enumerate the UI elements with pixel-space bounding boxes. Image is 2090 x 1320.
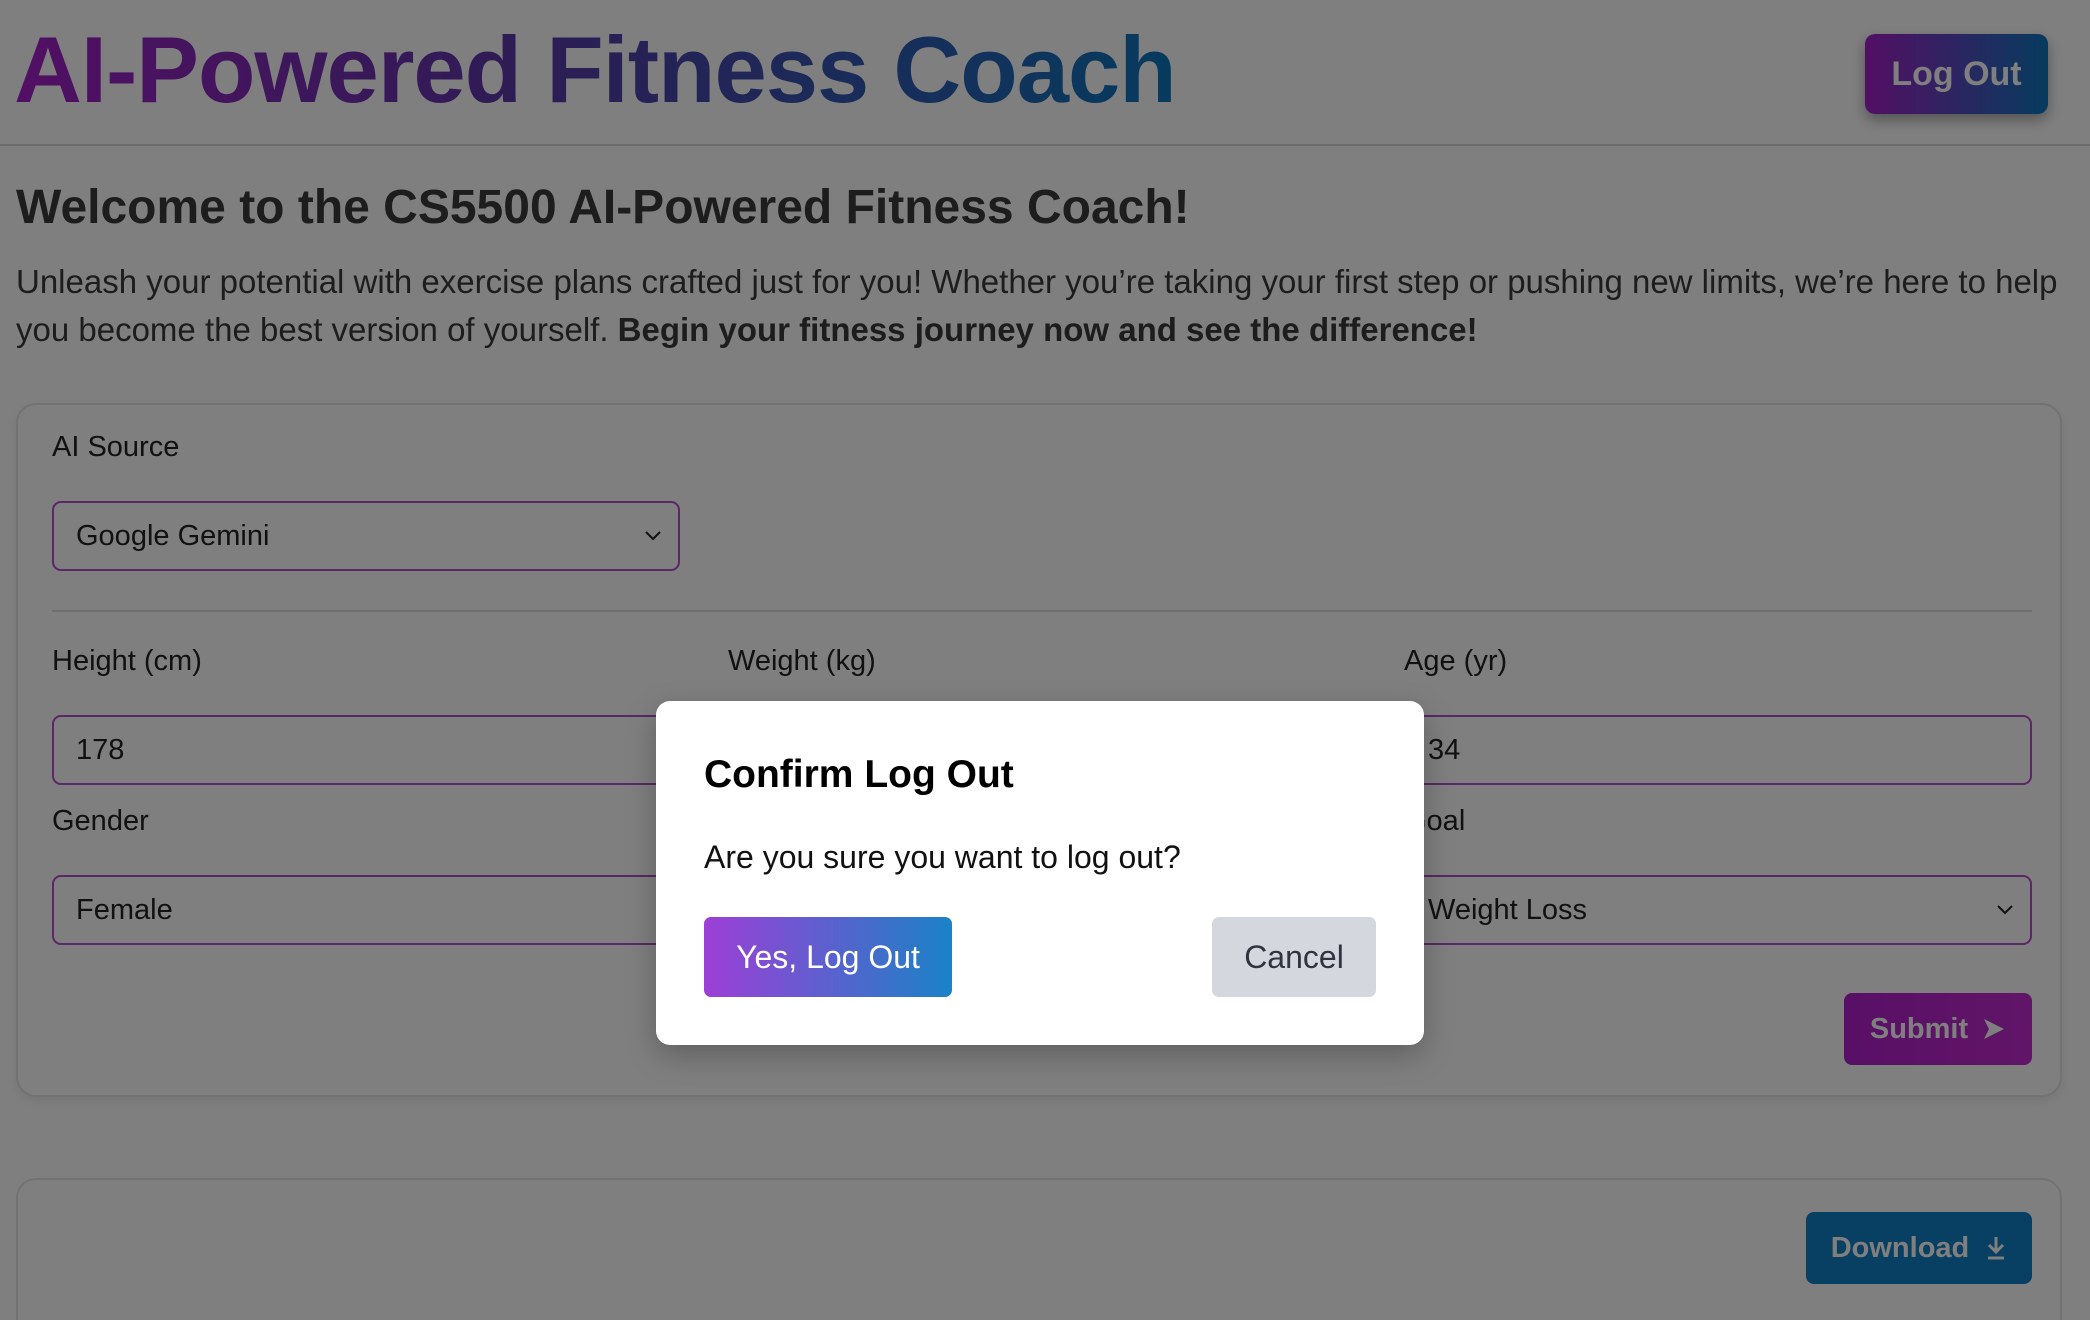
modal-overlay[interactable] [0, 0, 2090, 1320]
page: AI-Powered Fitness Coach Log Out Welcome… [0, 0, 2090, 1320]
confirm-logout-dialog: Confirm Log Out Are you sure you want to… [656, 701, 1424, 1045]
dialog-title: Confirm Log Out [704, 753, 1014, 796]
cancel-button[interactable]: Cancel [1212, 917, 1376, 997]
confirm-logout-button[interactable]: Yes, Log Out [704, 917, 952, 997]
dialog-message: Are you sure you want to log out? [704, 839, 1181, 875]
